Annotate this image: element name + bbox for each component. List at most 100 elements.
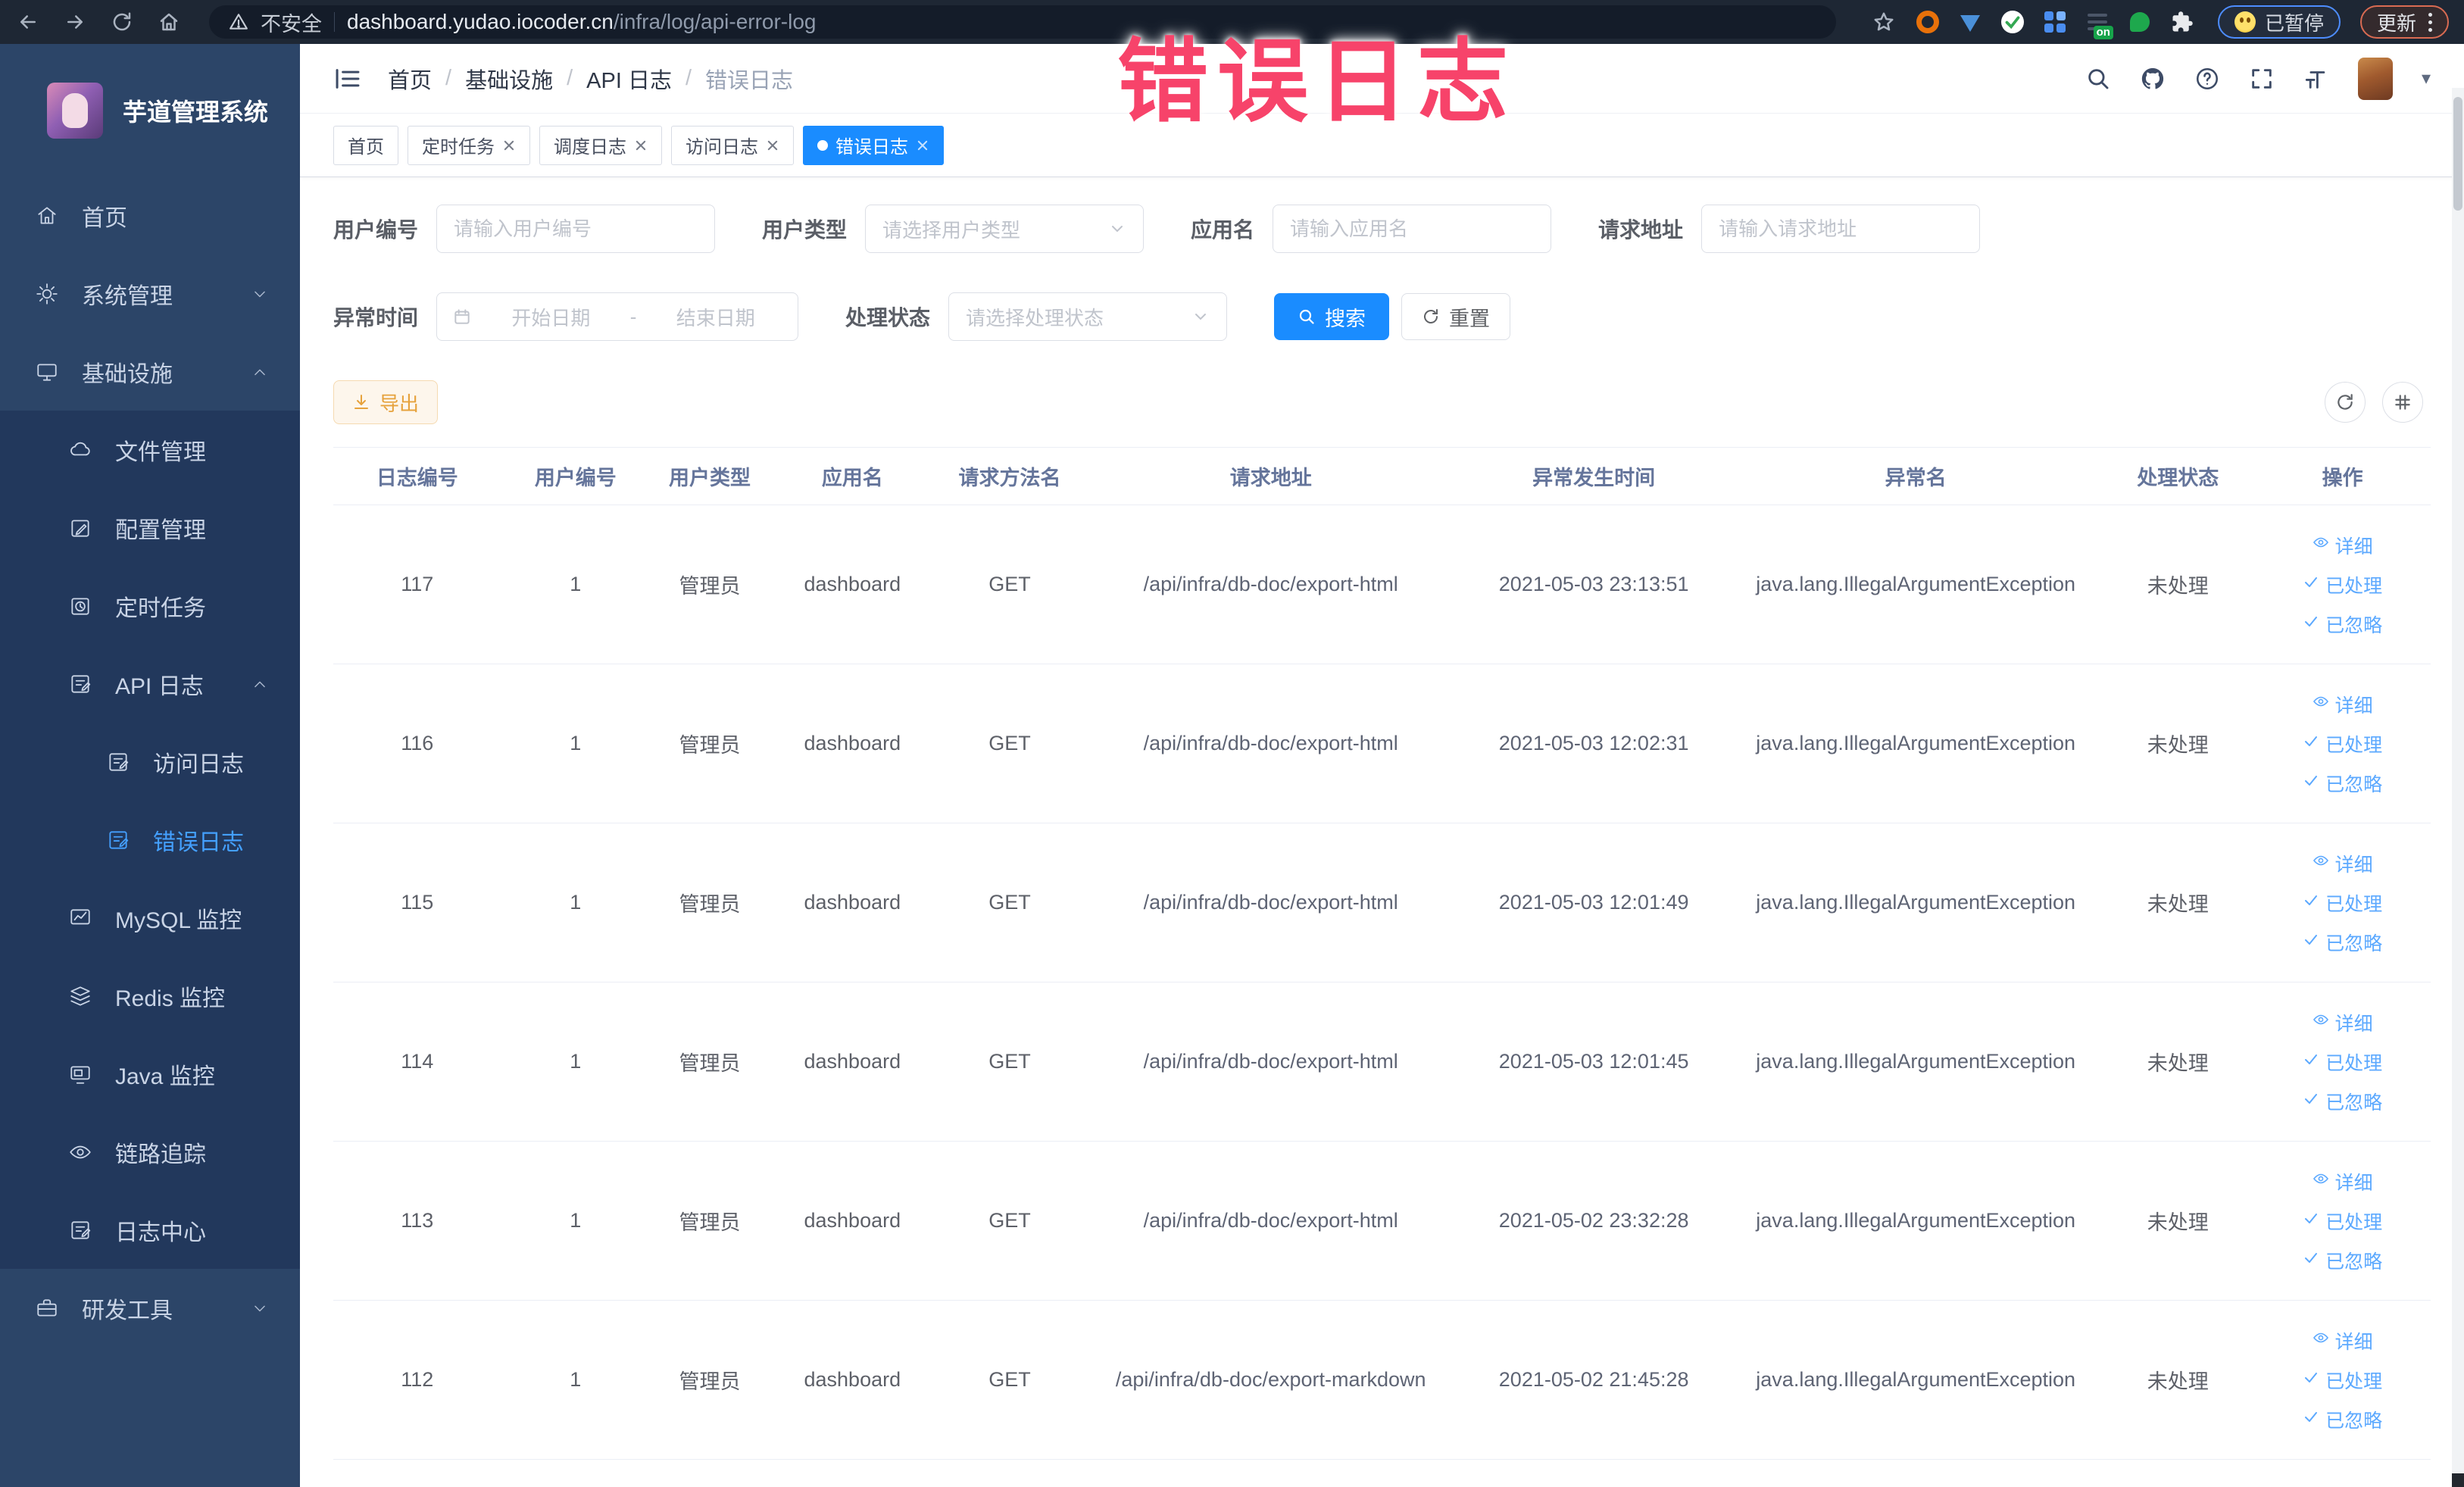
extension-blue-shield-icon[interactable] <box>1959 11 1982 33</box>
user-avatar[interactable] <box>2357 57 2393 100</box>
refresh-table-button[interactable] <box>2325 382 2366 423</box>
sidebar-item-label: Redis 监控 <box>115 986 226 1011</box>
detail-link[interactable]: 详细 <box>2313 691 2373 718</box>
extensions-puzzle-icon[interactable] <box>2171 11 2194 33</box>
exception-time-range-picker[interactable]: 开始日期 - 结束日期 <box>436 292 799 341</box>
breadcrumb-api-log[interactable]: API 日志 <box>586 63 672 95</box>
security-label[interactable]: 不安全 <box>261 8 322 37</box>
extension-on-badge-icon[interactable]: on <box>2086 11 2113 39</box>
tag-access-log[interactable]: 访问日志 <box>671 125 794 165</box>
font-size-icon[interactable] <box>2303 66 2329 92</box>
reload-icon[interactable] <box>109 9 135 35</box>
detail-link[interactable]: 详细 <box>2313 850 2373 877</box>
request-url-label: 请求地址 <box>1598 218 1684 242</box>
app-name-input[interactable] <box>1273 205 1552 253</box>
tag-job[interactable]: 定时任务 <box>408 125 530 165</box>
search-icon[interactable] <box>2085 66 2111 92</box>
detail-link[interactable]: 详细 <box>2313 1327 2373 1354</box>
sidebar-item-label: API 日志 <box>115 673 204 699</box>
extension-orange-ring-icon[interactable] <box>1916 11 1939 33</box>
help-icon[interactable] <box>2194 66 2220 92</box>
sidebar-toggle-icon[interactable] <box>333 64 362 93</box>
profile-paused-badge[interactable]: 已暂停 <box>2217 5 2341 39</box>
extension-blue-grid-icon[interactable] <box>2044 11 2066 33</box>
sidebar-item-label: Java 监控 <box>115 1064 215 1089</box>
browser-menu-icon[interactable] <box>2428 12 2432 32</box>
sidebar-item-log-center[interactable]: 日志中心 <box>0 1191 300 1269</box>
cell-method: GET <box>988 1050 1031 1073</box>
sidebar-item-file[interactable]: 文件管理 <box>0 411 300 489</box>
bookmark-star-icon[interactable] <box>1871 9 1897 35</box>
mark-processed-link[interactable]: 已处理 <box>2303 730 2382 758</box>
fullscreen-icon[interactable] <box>2249 66 2275 92</box>
export-button[interactable]: 导出 <box>333 380 439 424</box>
sidebar-item-error-log[interactable]: 错误日志 <box>0 801 300 879</box>
process-status-select[interactable]: 请选择处理状态 <box>948 292 1228 341</box>
forward-icon[interactable] <box>62 9 88 35</box>
breadcrumb-home[interactable]: 首页 <box>388 63 432 95</box>
back-icon[interactable] <box>15 9 41 35</box>
detail-link[interactable]: 详细 <box>2313 1168 2373 1195</box>
user-type-select[interactable]: 请选择用户类型 <box>865 205 1145 253</box>
sidebar-item-java[interactable]: Java 监控 <box>0 1035 300 1113</box>
close-icon[interactable] <box>502 139 516 152</box>
close-icon[interactable] <box>634 139 648 152</box>
sidebar-item-api-log[interactable]: API 日志 <box>0 645 300 723</box>
user-id-input[interactable] <box>436 205 716 253</box>
cell-exception: java.lang.IllegalArgumentException <box>1756 891 2076 914</box>
extension-green-icon[interactable] <box>2128 11 2151 33</box>
chrome-update-button[interactable]: 更新 <box>2359 5 2449 39</box>
tag-home[interactable]: 首页 <box>333 125 398 165</box>
mark-processed-link[interactable]: 已处理 <box>2303 1367 2382 1394</box>
request-url-input[interactable] <box>1701 205 1981 253</box>
cell-user-id: 1 <box>570 1209 582 1232</box>
mark-ignored-link[interactable]: 已忽略 <box>2303 770 2382 797</box>
mark-ignored-link[interactable]: 已忽略 <box>2303 929 2382 956</box>
sidebar-item-home[interactable]: 首页 <box>0 177 300 255</box>
close-icon[interactable] <box>766 139 779 152</box>
tag-error-log[interactable]: 错误日志 <box>803 125 944 165</box>
close-icon[interactable] <box>916 139 929 152</box>
home-button-icon[interactable] <box>156 9 182 35</box>
cell-exception: java.lang.IllegalArgumentException <box>1756 1368 2076 1391</box>
github-icon[interactable] <box>2140 66 2166 92</box>
sidebar-item-job[interactable]: 定时任务 <box>0 567 300 645</box>
reset-button[interactable]: 重置 <box>1401 293 1511 340</box>
detail-link[interactable]: 详细 <box>2313 1009 2373 1036</box>
extension-green-check-icon[interactable] <box>2000 11 2024 33</box>
row-actions: 详细 已处理 已忽略 <box>2254 1009 2431 1115</box>
sidebar-item-trace[interactable]: 链路追踪 <box>0 1113 300 1191</box>
sidebar-item-mysql[interactable]: MySQL 监控 <box>0 879 300 957</box>
cell-status: 未处理 <box>2147 734 2209 757</box>
cell-log-id: 116 <box>401 732 434 754</box>
mark-processed-link[interactable]: 已处理 <box>2303 571 2382 598</box>
chevron-down-icon <box>250 1298 270 1318</box>
sidebar-item-system[interactable]: 系统管理 <box>0 255 300 333</box>
detail-link[interactable]: 详细 <box>2313 532 2373 559</box>
app-logo-row[interactable]: 芋道管理系统 <box>0 44 300 177</box>
mark-processed-link[interactable]: 已处理 <box>2303 1207 2382 1235</box>
mark-ignored-link[interactable]: 已忽略 <box>2303 1247 2382 1274</box>
sidebar-item-dev-tool[interactable]: 研发工具 <box>0 1269 300 1347</box>
scrollbar-thumb[interactable] <box>2453 97 2462 211</box>
search-button[interactable]: 搜索 <box>1274 293 1390 340</box>
sidebar-item-infra[interactable]: 基础设施 <box>0 333 300 411</box>
address-bar[interactable]: 不安全 dashboard.yudao.iocoder.cn/infra/log… <box>209 5 1836 39</box>
chevron-up-icon <box>250 362 270 382</box>
mark-ignored-link[interactable]: 已忽略 <box>2303 611 2382 638</box>
breadcrumb-current: 错误日志 <box>705 68 794 93</box>
breadcrumb-infra[interactable]: 基础设施 <box>465 63 553 95</box>
mark-ignored-link[interactable]: 已忽略 <box>2303 1406 2382 1433</box>
eye-icon <box>68 1140 92 1164</box>
mark-processed-link[interactable]: 已处理 <box>2303 1048 2382 1076</box>
tag-job-log[interactable]: 调度日志 <box>539 125 662 165</box>
table-body: 117 1 管理员 dashboard GET/api/infra/db-doc/exp… <box>333 505 2431 1460</box>
sidebar-item-redis[interactable]: Redis 监控 <box>0 957 300 1035</box>
sidebar-item-access-log[interactable]: 访问日志 <box>0 723 300 801</box>
mark-ignored-link[interactable]: 已忽略 <box>2303 1088 2382 1115</box>
window-scrollbar[interactable] <box>2452 88 2464 1487</box>
avatar-caret-icon[interactable]: ▾ <box>2422 67 2431 89</box>
column-settings-button[interactable] <box>2382 382 2423 423</box>
sidebar-item-config[interactable]: 配置管理 <box>0 489 300 567</box>
mark-processed-link[interactable]: 已处理 <box>2303 889 2382 917</box>
